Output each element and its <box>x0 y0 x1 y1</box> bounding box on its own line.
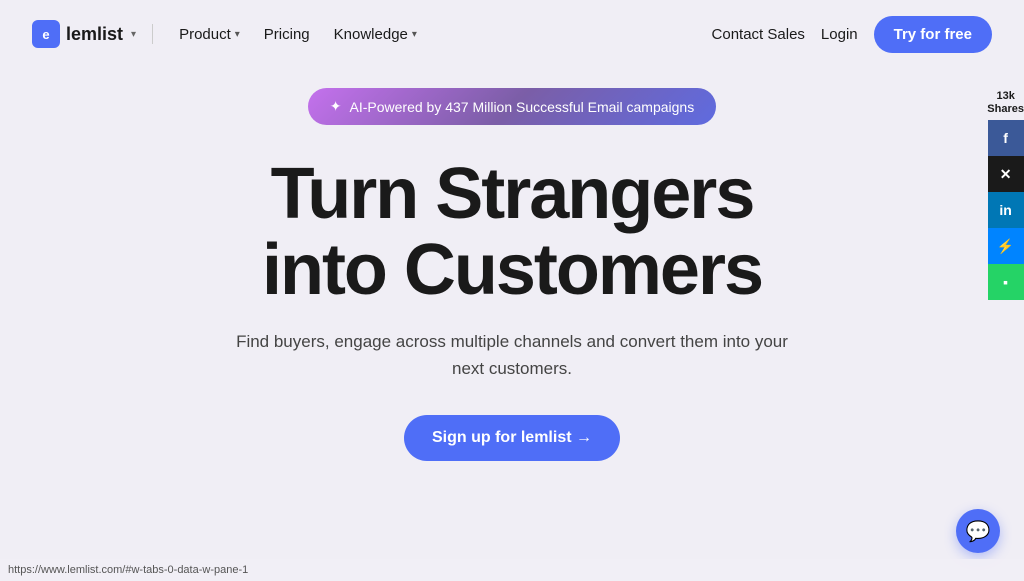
nav-product[interactable]: Product ▾ <box>169 20 250 49</box>
logo-chevron-icon: ▾ <box>131 29 136 40</box>
contact-sales-link[interactable]: Contact Sales <box>712 26 805 43</box>
chat-bubble-button[interactable]: 💬 <box>956 509 1000 553</box>
hero-heading: Turn Strangers into Customers <box>262 157 762 308</box>
try-free-button[interactable]: Try for free <box>874 16 992 53</box>
messenger-share-button[interactable]: ⚡ <box>988 228 1024 264</box>
logo-area[interactable]: e lemlist ▾ <box>32 20 136 48</box>
status-url: https://www.lemlist.com/#w-tabs-0-data-w… <box>8 564 248 576</box>
nav-links: Product ▾ Pricing Knowledge ▾ <box>169 20 427 49</box>
hero-section: ✦ AI-Powered by 437 Million Successful E… <box>0 68 1024 461</box>
navbar: e lemlist ▾ Product ▾ Pricing Knowledge … <box>0 0 1024 68</box>
nav-knowledge[interactable]: Knowledge ▾ <box>324 20 427 49</box>
whatsapp-share-button[interactable]: ▪ <box>988 264 1024 300</box>
badge-star-icon: ✦ <box>330 98 342 115</box>
linkedin-share-button[interactable]: in <box>988 192 1024 228</box>
badge-text: AI-Powered by 437 Million Successful Ema… <box>350 99 695 115</box>
facebook-share-button[interactable]: f <box>988 120 1024 156</box>
hero-subtext: Find buyers, engage across multiple chan… <box>232 328 792 382</box>
status-bar: https://www.lemlist.com/#w-tabs-0-data-w… <box>0 559 1024 581</box>
knowledge-chevron-icon: ▾ <box>412 29 417 40</box>
logo-icon: e <box>32 20 60 48</box>
logo-text: lemlist <box>66 24 123 45</box>
nav-divider <box>152 24 153 44</box>
navbar-left: e lemlist ▾ Product ▾ Pricing Knowledge … <box>32 20 427 49</box>
product-chevron-icon: ▾ <box>235 29 240 40</box>
login-button[interactable]: Login <box>821 26 858 43</box>
shares-count: 13k Shares <box>987 90 1024 116</box>
signup-button[interactable]: Sign up for lemlist → <box>404 415 620 461</box>
twitter-share-button[interactable]: ✕ <box>988 156 1024 192</box>
social-sidebar: 13k Shares f ✕ in ⚡ ▪ <box>987 90 1024 300</box>
navbar-right: Contact Sales Login Try for free <box>712 16 992 53</box>
nav-pricing[interactable]: Pricing <box>254 20 320 49</box>
ai-badge[interactable]: ✦ AI-Powered by 437 Million Successful E… <box>308 88 716 125</box>
